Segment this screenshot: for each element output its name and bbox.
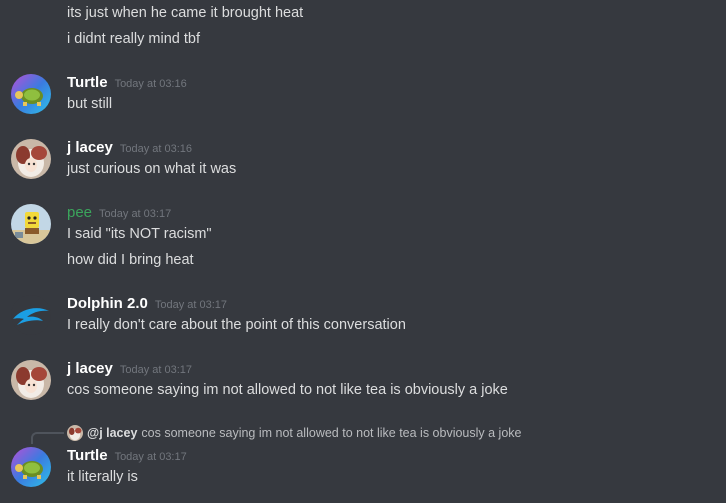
message-header: Turtle Today at 03:16 bbox=[67, 74, 187, 92]
timestamp: Today at 03:16 bbox=[114, 78, 187, 90]
message-header: Turtle Today at 03:17 bbox=[67, 447, 187, 465]
message-text: just curious on what it was bbox=[67, 161, 237, 177]
turtle-avatar[interactable] bbox=[11, 74, 51, 114]
reply-text: cos someone saying im not allowed to not… bbox=[141, 426, 522, 440]
message-text: i didnt really mind tbf bbox=[67, 31, 200, 47]
timestamp: Today at 03:16 bbox=[119, 143, 193, 155]
timestamp: Today at 03:17 bbox=[154, 299, 228, 311]
reply-preview[interactable]: @j lacey cos someone saying im not allow… bbox=[67, 424, 522, 442]
timestamp: Today at 03:17 bbox=[99, 208, 172, 220]
dolphin-logo-avatar[interactable] bbox=[11, 295, 51, 335]
username[interactable]: j lacey bbox=[67, 360, 113, 377]
chat-messages: its just when he came it brought heat i … bbox=[0, 0, 726, 503]
username[interactable]: j lacey bbox=[67, 139, 113, 156]
username[interactable]: Turtle bbox=[67, 447, 108, 464]
message-text: but still bbox=[67, 96, 113, 112]
message-header: j lacey Today at 03:16 bbox=[67, 139, 192, 157]
timestamp: Today at 03:17 bbox=[119, 364, 193, 376]
username[interactable]: Turtle bbox=[67, 74, 108, 91]
message-text: how did I bring heat bbox=[67, 252, 194, 268]
anime-avatar[interactable] bbox=[11, 360, 51, 400]
turtle-avatar[interactable] bbox=[11, 447, 51, 487]
message-text: its just when he came it brought heat bbox=[67, 5, 304, 21]
username[interactable]: pee bbox=[67, 204, 92, 221]
anime-avatar[interactable] bbox=[11, 139, 51, 179]
message-text: I said "its NOT racism" bbox=[67, 226, 212, 242]
message-header: j lacey Today at 03:17 bbox=[67, 360, 192, 378]
username[interactable]: Dolphin 2.0 bbox=[67, 295, 148, 312]
message-header: pee Today at 03:17 bbox=[67, 204, 171, 222]
message-text: it literally is bbox=[67, 469, 138, 485]
cartoon-avatar[interactable] bbox=[11, 204, 51, 244]
timestamp: Today at 03:17 bbox=[114, 451, 187, 463]
anime-avatar bbox=[67, 425, 83, 441]
message-header: Dolphin 2.0 Today at 03:17 bbox=[67, 295, 227, 313]
reply-connector bbox=[31, 432, 64, 444]
reply-mention[interactable]: @j lacey bbox=[87, 426, 137, 440]
message-text: I really don't care about the point of t… bbox=[67, 317, 406, 333]
message-text: cos someone saying im not allowed to not… bbox=[67, 382, 508, 398]
